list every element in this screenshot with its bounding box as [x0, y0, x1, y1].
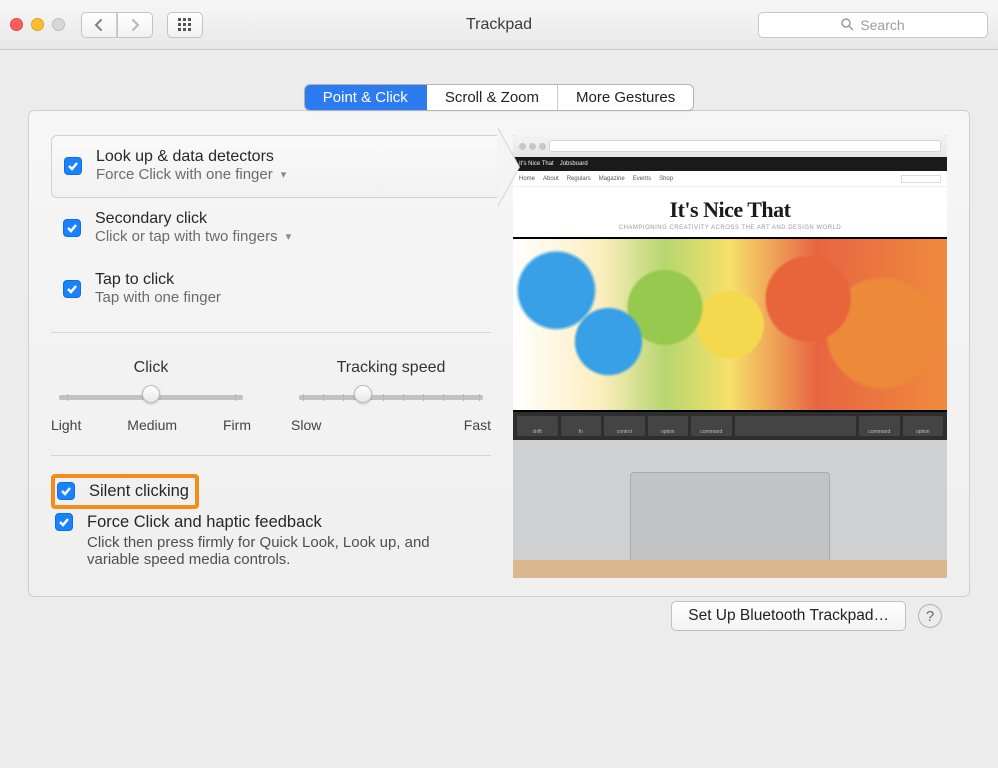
sliders-row: Click Light Medium Firm Tracking speed	[51, 332, 491, 433]
secondary-title: Secondary click	[95, 210, 291, 228]
click-max: Firm	[223, 417, 251, 433]
speed-slider[interactable]	[291, 387, 491, 411]
lower-options: Silent clicking Force Click and haptic f…	[51, 455, 491, 578]
force-checkbox[interactable]	[55, 513, 73, 531]
traffic-lights	[10, 18, 65, 31]
gesture-preview: It's Nice That Jobsboard Home About Regu…	[513, 135, 947, 578]
click-mid: Medium	[127, 417, 177, 433]
preview-site-title: It's Nice That	[513, 197, 947, 223]
lookup-sub[interactable]: Force Click with one finger▾	[96, 166, 286, 183]
preview-site-tabs: It's Nice That Jobsboard	[513, 157, 947, 171]
check-icon	[67, 160, 79, 172]
option-secondary-click[interactable]: Secondary click Click or tap with two fi…	[51, 198, 491, 259]
check-icon	[58, 516, 70, 528]
nav-buttons	[81, 12, 153, 38]
preview-browser-chrome	[513, 135, 947, 157]
option-force-click[interactable]: Force Click and haptic feedback Click th…	[51, 509, 491, 578]
tap-title: Tap to click	[95, 271, 221, 289]
tab-bar: Point & Click Scroll & Zoom More Gesture…	[0, 50, 998, 111]
click-slider-group: Click Light Medium Firm	[51, 359, 251, 433]
minimize-window-button[interactable]	[31, 18, 44, 31]
check-icon	[60, 485, 72, 497]
click-slider[interactable]	[51, 387, 251, 411]
tab-more-gestures[interactable]: More Gestures	[558, 85, 693, 110]
tap-checkbox[interactable]	[63, 280, 81, 298]
lookup-checkbox[interactable]	[64, 157, 82, 175]
preferences-panel: Look up & data detectors Force Click wit…	[28, 110, 970, 597]
click-slider-label: Click	[134, 359, 169, 377]
speed-slider-group: Tracking speed Slow Fast	[291, 359, 491, 433]
secondary-checkbox[interactable]	[63, 219, 81, 237]
chevron-down-icon: ▾	[281, 168, 287, 181]
window-toolbar: Trackpad Search	[0, 0, 998, 50]
forward-button[interactable]	[117, 12, 153, 38]
force-title: Force Click and haptic feedback	[87, 513, 467, 532]
preview-desk	[513, 560, 947, 578]
chevron-left-icon	[94, 18, 104, 32]
preview-site-sub: CHAMPIONING CREATIVITY ACROSS THE ART AN…	[513, 225, 947, 231]
click-min: Light	[51, 417, 81, 433]
options-column: Look up & data detectors Force Click wit…	[51, 135, 491, 578]
setup-bluetooth-button[interactable]: Set Up Bluetooth Trackpad…	[671, 601, 906, 631]
show-all-button[interactable]	[167, 12, 203, 38]
speed-slider-label: Tracking speed	[337, 359, 446, 377]
click-slider-knob[interactable]	[142, 385, 160, 403]
help-button[interactable]: ?	[918, 604, 942, 628]
preview-site-menu: Home About Regulars Magazine Events Shop	[513, 171, 947, 187]
tap-sub: Tap with one finger	[95, 289, 221, 306]
search-field[interactable]: Search	[758, 12, 988, 38]
grid-icon	[178, 18, 192, 32]
tab-scroll-zoom[interactable]: Scroll & Zoom	[427, 85, 558, 110]
speed-slider-knob[interactable]	[354, 385, 372, 403]
chevron-down-icon: ▾	[286, 230, 292, 243]
speed-min: Slow	[291, 417, 321, 433]
speed-max: Fast	[464, 417, 491, 433]
option-lookup[interactable]: Look up & data detectors Force Click wit…	[51, 135, 497, 198]
option-silent-clicking[interactable]: Silent clicking	[51, 474, 199, 509]
silent-checkbox[interactable]	[57, 482, 75, 500]
preview-site-header: It's Nice That CHAMPIONING CREATIVITY AC…	[513, 187, 947, 237]
check-icon	[66, 222, 78, 234]
chevron-right-icon	[130, 18, 140, 32]
silent-title: Silent clicking	[89, 482, 189, 501]
secondary-sub[interactable]: Click or tap with two fingers▾	[95, 228, 291, 245]
search-icon	[841, 18, 854, 31]
preview-column: It's Nice That Jobsboard Home About Regu…	[513, 135, 947, 578]
option-tap-to-click[interactable]: Tap to click Tap with one finger	[51, 259, 491, 320]
tab-point-click[interactable]: Point & Click	[305, 85, 427, 110]
footer-row: Set Up Bluetooth Trackpad… ?	[28, 597, 970, 631]
preview-keyboard: shift fn control option command command …	[513, 412, 947, 440]
preview-artwork	[513, 237, 947, 412]
force-desc: Click then press firmly for Quick Look, …	[87, 534, 467, 568]
close-window-button[interactable]	[10, 18, 23, 31]
lookup-title: Look up & data detectors	[96, 148, 286, 166]
check-icon	[66, 283, 78, 295]
zoom-window-button[interactable]	[52, 18, 65, 31]
search-placeholder: Search	[860, 17, 904, 33]
preview-laptop: shift fn control option command command …	[513, 412, 947, 578]
back-button[interactable]	[81, 12, 117, 38]
